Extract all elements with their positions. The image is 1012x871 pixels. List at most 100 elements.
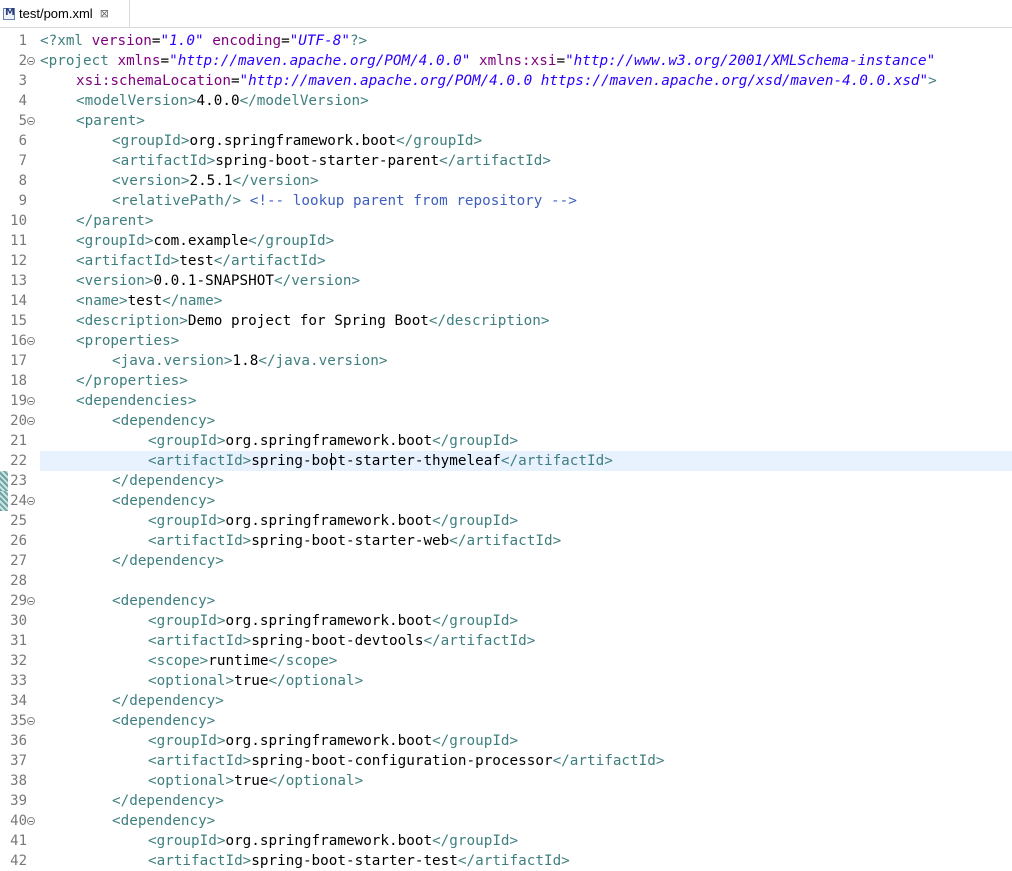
code-token: <artifactId> [112, 153, 216, 169]
code-token: <!-- lookup parent from repository --> [249, 193, 577, 209]
code-line[interactable]: </dependency> [112, 471, 224, 491]
code-token: <groupId> [148, 833, 226, 849]
code-line[interactable]: <groupId>org.springframework.boot</group… [148, 731, 518, 751]
code-line[interactable]: <name>test</name> [76, 291, 222, 311]
code-line[interactable]: </parent> [76, 211, 153, 231]
close-icon[interactable]: ⊠ [100, 7, 109, 20]
code-line[interactable]: </properties> [76, 371, 188, 391]
code-token: <artifactId> [148, 453, 252, 469]
code-line[interactable]: <groupId>org.springframework.boot</group… [148, 611, 518, 631]
code-token: <dependency> [112, 713, 216, 729]
code-line[interactable]: <scope>runtime</scope> [148, 651, 337, 671]
code-line[interactable]: <dependency> [112, 411, 215, 431]
code-token: </description> [428, 313, 550, 329]
code-line[interactable]: <groupId>org.springframework.boot</group… [148, 511, 518, 531]
xml-editor[interactable]: 1 <?xml version="1.0" encoding="UTF-8"?> 2… [0, 28, 1012, 871]
code-line[interactable]: </dependency> [112, 791, 224, 811]
line-number: 6 [18, 133, 27, 149]
code-line[interactable]: <dependency> [112, 811, 215, 831]
code-token: <description> [76, 313, 188, 329]
line-number: 42 [10, 853, 27, 869]
code-line[interactable]: <optional>true</optional> [148, 771, 363, 791]
code-token: com.example [153, 233, 249, 249]
fold-collapse-icon[interactable] [27, 597, 35, 605]
code-token: "UTF-8" [289, 33, 350, 49]
fold-collapse-icon[interactable] [27, 717, 35, 725]
line-number: 7 [18, 153, 27, 169]
code-line[interactable]: <modelVersion>4.0.0</modelVersion> [76, 91, 369, 111]
fold-collapse-icon[interactable] [27, 497, 35, 505]
code-token: <groupId> [112, 133, 190, 149]
code-token: ?> [349, 33, 368, 49]
code-token: </parent> [76, 213, 154, 229]
fold-collapse-icon[interactable] [27, 397, 35, 405]
code-token: <scope> [148, 653, 209, 669]
maven-file-icon [3, 7, 15, 20]
code-line[interactable]: <description>Demo project for Spring Boo… [76, 311, 549, 331]
code-token: </artifactId> [552, 753, 665, 769]
code-token: spring-boot-configuration-processor [251, 753, 553, 769]
code-line[interactable]: </dependency> [112, 691, 224, 711]
code-line[interactable]: <artifactId>spring-boot-starter-parent</… [112, 151, 551, 171]
code-token: </artifactId> [457, 853, 570, 869]
code-token: </artifactId> [439, 153, 551, 169]
line-number: 31 [10, 633, 27, 649]
code-token: </dependency> [112, 553, 224, 569]
code-line[interactable]: </dependency> [112, 551, 224, 571]
code-line[interactable]: <artifactId>test</artifactId> [76, 251, 326, 271]
fold-collapse-icon[interactable] [27, 117, 35, 125]
code-line[interactable]: <project xmlns="http://maven.apache.org/… [40, 51, 935, 71]
code-line[interactable]: <relativePath/> <!-- lookup parent from … [112, 191, 577, 211]
code-line[interactable]: <version>0.0.1-SNAPSHOT</version> [76, 271, 360, 291]
line-number: 38 [10, 773, 27, 789]
editor-tab-bar: test/pom.xml ⊠ [0, 0, 1012, 28]
code-token: org.springframework.boot [225, 733, 433, 749]
code-line[interactable]: <groupId>com.example</groupId> [76, 231, 334, 251]
code-line[interactable]: xsi:schemaLocation="http://maven.apache.… [76, 71, 937, 91]
fold-collapse-icon[interactable] [27, 337, 35, 345]
code-token: 4.0.0 [196, 93, 240, 109]
fold-collapse-icon[interactable] [27, 57, 35, 65]
code-token: <groupId> [148, 433, 226, 449]
code-token: <version> [112, 173, 190, 189]
tab-pom-xml[interactable]: test/pom.xml ⊠ [0, 0, 130, 27]
code-token: <parent> [76, 113, 145, 129]
fold-collapse-icon[interactable] [27, 417, 35, 425]
code-line[interactable]: <dependency> [112, 711, 215, 731]
code-token: <?xml [40, 33, 92, 49]
code-line[interactable]: <groupId>org.springframework.boot</group… [148, 831, 518, 851]
code-line[interactable]: <artifactId>spring-boot-starter-web</art… [148, 531, 561, 551]
code-line[interactable]: <artifactId>spring-boot-devtools</artifa… [148, 631, 535, 651]
code-line[interactable]: <properties> [76, 331, 179, 351]
line-number: 10 [10, 213, 27, 229]
text-caret [331, 453, 332, 470]
code-line[interactable]: <artifactId>spring-boot-starter-test</ar… [148, 851, 570, 871]
code-token: org.springframework.boot [225, 613, 433, 629]
code-line[interactable]: <version>2.5.1</version> [112, 171, 319, 191]
code-line[interactable]: <java.version>1.8</java.version> [112, 351, 387, 371]
code-token: </modelVersion> [239, 93, 369, 109]
code-line[interactable]: <groupId>org.springframework.boot</group… [148, 431, 518, 451]
code-line[interactable]: <optional>true</optional> [148, 671, 363, 691]
line-number: 30 [10, 613, 27, 629]
code-line[interactable]: <dependency> [112, 591, 215, 611]
code-token: Demo project for Spring Boot [187, 313, 429, 329]
code-line[interactable]: <dependency> [112, 491, 215, 511]
code-line[interactable]: <artifactId>spring-boot-starter-thymelea… [148, 451, 613, 471]
code-line[interactable]: <parent> [76, 111, 145, 131]
line-number: 27 [10, 553, 27, 569]
line-number: 9 [18, 193, 27, 209]
code-token: </dependency> [112, 793, 224, 809]
code-line[interactable]: <artifactId>spring-boot-configuration-pr… [148, 751, 664, 771]
code-token: "http://maven.apache.org/POM/4.0.0" [169, 53, 471, 69]
code-token: </artifactId> [449, 533, 562, 549]
code-token: <modelVersion> [76, 93, 197, 109]
code-line[interactable]: <dependencies> [76, 391, 197, 411]
fold-collapse-icon[interactable] [27, 817, 35, 825]
code-token: <dependency> [112, 813, 216, 829]
code-line[interactable]: <groupId>org.springframework.boot</group… [112, 131, 482, 151]
code-line[interactable]: <?xml version="1.0" encoding="UTF-8"?> [40, 31, 367, 51]
